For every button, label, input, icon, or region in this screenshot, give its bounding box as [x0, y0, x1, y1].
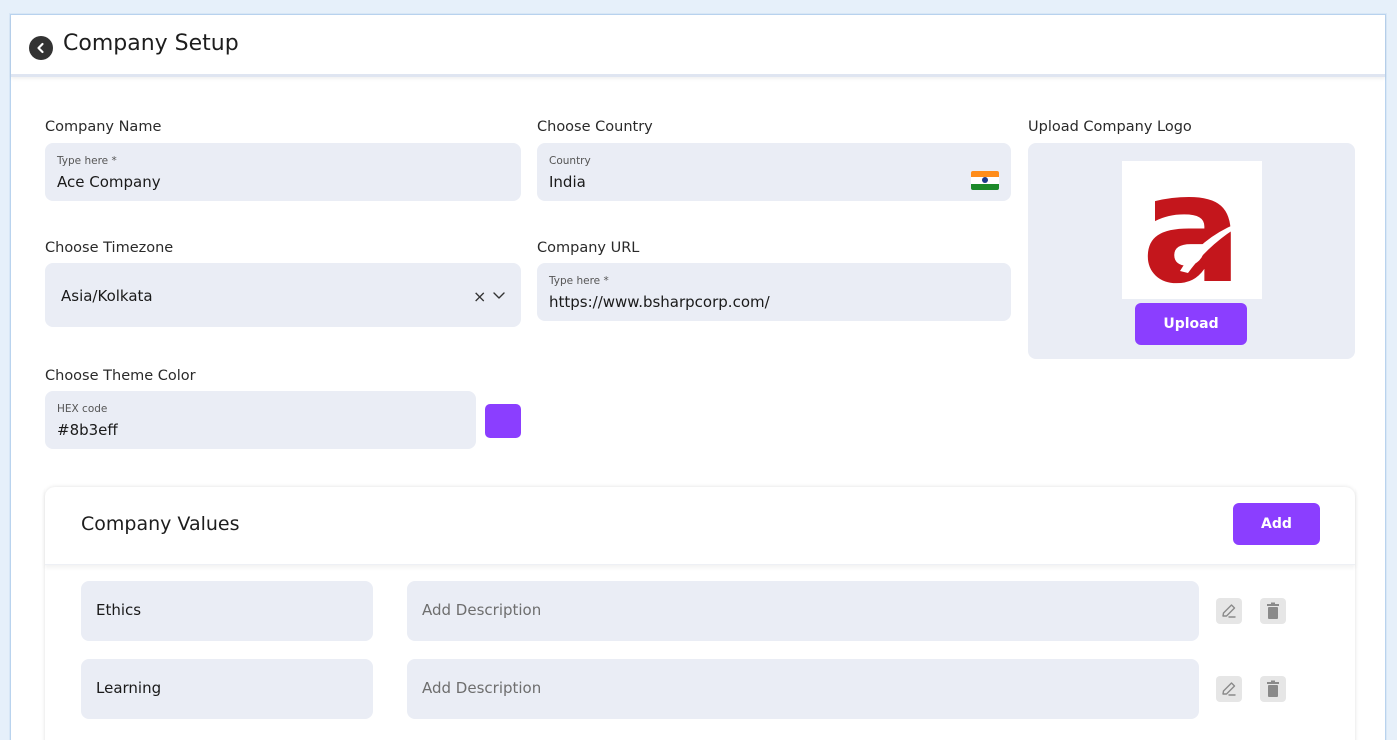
- company-logo-mark: a: [1141, 143, 1256, 317]
- timezone-select[interactable]: Asia/Kolkata ×: [45, 263, 521, 327]
- company-url-field[interactable]: Type here * https://www.bsharpcorp.com/: [537, 263, 1011, 321]
- chevron-down-icon[interactable]: [491, 287, 507, 303]
- country-select[interactable]: Country India: [537, 143, 1011, 201]
- value-description-field[interactable]: Add Description: [407, 659, 1199, 719]
- value-description-field[interactable]: Add Description: [407, 581, 1199, 641]
- company-values-title: Company Values: [81, 513, 240, 535]
- company-name-label: Company Name: [45, 119, 162, 135]
- delete-value-button[interactable]: [1260, 598, 1286, 624]
- trash-icon: [1267, 680, 1279, 697]
- trash-icon: [1267, 602, 1279, 619]
- delete-value-button[interactable]: [1260, 676, 1286, 702]
- pencil-icon: [1222, 604, 1236, 618]
- country-hint: Country: [549, 155, 591, 167]
- company-name-value: Ace Company: [57, 173, 161, 191]
- theme-color-swatch[interactable]: [485, 404, 521, 438]
- company-logo-image: a: [1122, 143, 1262, 317]
- clear-icon[interactable]: ×: [473, 287, 486, 306]
- company-name-field[interactable]: Type here * Ace Company: [45, 143, 521, 201]
- page-title: Company Setup: [63, 31, 239, 56]
- value-name-field[interactable]: Learning: [81, 659, 373, 719]
- value-name-text: Ethics: [96, 601, 142, 619]
- logo-label: Upload Company Logo: [1028, 119, 1192, 135]
- value-name-text: Learning: [96, 679, 162, 697]
- hex-code-value: #8b3eff: [57, 421, 118, 439]
- theme-color-label: Choose Theme Color: [45, 368, 196, 384]
- value-description-placeholder: Add Description: [422, 601, 542, 619]
- country-label: Choose Country: [537, 119, 653, 135]
- hex-code-hint: HEX code: [57, 403, 108, 415]
- chevron-left-icon: [37, 42, 44, 54]
- company-url-hint: Type here *: [549, 275, 609, 287]
- company-name-hint: Type here *: [57, 155, 117, 167]
- back-button[interactable]: [29, 36, 53, 60]
- value-name-field[interactable]: Ethics: [81, 581, 373, 641]
- pencil-icon: [1222, 682, 1236, 696]
- edit-value-button[interactable]: [1216, 676, 1242, 702]
- upload-button[interactable]: Upload: [1135, 303, 1247, 345]
- value-description-placeholder: Add Description: [422, 679, 542, 697]
- logo-upload-panel: a Upload: [1028, 143, 1355, 359]
- app-window: Company Setup Company Name Type here * A…: [10, 14, 1386, 740]
- india-flag-icon: [971, 171, 999, 190]
- timezone-value: Asia/Kolkata: [61, 287, 153, 305]
- hex-code-field[interactable]: HEX code #8b3eff: [45, 391, 476, 449]
- company-url-value: https://www.bsharpcorp.com/: [549, 293, 770, 311]
- edit-value-button[interactable]: [1216, 598, 1242, 624]
- timezone-label: Choose Timezone: [45, 240, 174, 256]
- company-values-header: Company Values Add: [45, 487, 1355, 565]
- country-value: India: [549, 173, 586, 191]
- header-bar: Company Setup: [11, 15, 1385, 77]
- add-value-button[interactable]: Add: [1233, 503, 1320, 545]
- company-values-card: Company Values Add Ethics Add Descriptio…: [45, 487, 1355, 740]
- company-url-label: Company URL: [537, 240, 640, 256]
